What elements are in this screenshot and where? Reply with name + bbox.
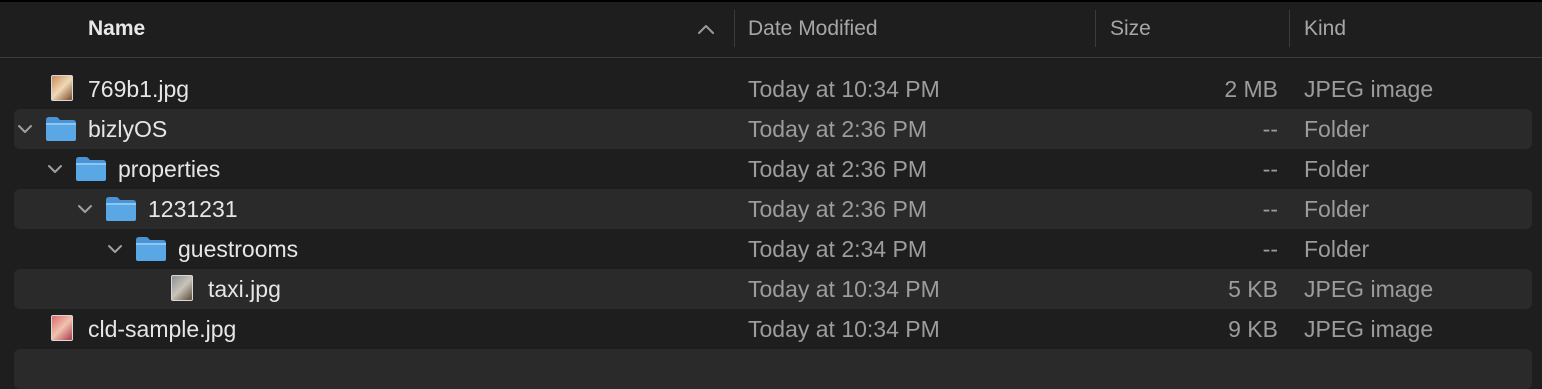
chevron-down-icon[interactable] bbox=[17, 121, 33, 137]
file-size: 5 KB bbox=[1228, 276, 1278, 302]
column-divider[interactable] bbox=[1289, 10, 1290, 47]
file-kind: Folder bbox=[1304, 236, 1370, 262]
file-row[interactable]: 769b1.jpg Today at 10:34 PM 2 MB JPEG image bbox=[14, 69, 1532, 109]
empty-row bbox=[14, 349, 1532, 389]
date-modified: Today at 2:34 PM bbox=[748, 236, 927, 262]
file-name[interactable]: 769b1.jpg bbox=[88, 69, 189, 109]
file-name[interactable]: bizlyOS bbox=[88, 109, 167, 149]
file-row[interactable]: cld-sample.jpg Today at 10:34 PM 9 KB JPEG … bbox=[14, 309, 1532, 349]
file-size: -- bbox=[1262, 236, 1278, 262]
folder-icon bbox=[75, 156, 107, 182]
file-kind: Folder bbox=[1304, 116, 1370, 142]
column-header-kind[interactable]: Kind bbox=[1304, 0, 1346, 57]
chevron-down-icon[interactable] bbox=[107, 241, 123, 257]
image-thumbnail-icon bbox=[171, 275, 193, 301]
file-size: -- bbox=[1262, 156, 1278, 182]
date-modified: Today at 2:36 PM bbox=[748, 116, 927, 142]
folder-icon bbox=[135, 236, 167, 262]
date-modified: Today at 2:36 PM bbox=[748, 196, 927, 222]
date-modified: Today at 10:34 PM bbox=[748, 276, 940, 302]
date-modified: Today at 10:34 PM bbox=[748, 76, 940, 102]
column-header-name[interactable]: Name bbox=[88, 0, 145, 57]
chevron-up-icon[interactable] bbox=[696, 20, 716, 40]
date-modified: Today at 10:34 PM bbox=[748, 316, 940, 342]
image-thumbnail-icon bbox=[51, 75, 73, 101]
column-divider[interactable] bbox=[1095, 10, 1096, 47]
column-divider[interactable] bbox=[734, 10, 735, 47]
column-header-size[interactable]: Size bbox=[1110, 0, 1151, 57]
file-name[interactable]: guestrooms bbox=[178, 229, 298, 269]
file-size: -- bbox=[1262, 116, 1278, 142]
column-header-date-modified[interactable]: Date Modified bbox=[748, 0, 878, 57]
folder-icon bbox=[105, 196, 137, 222]
folder-row[interactable]: properties Today at 2:36 PM -- Folder bbox=[14, 149, 1532, 189]
date-modified: Today at 2:36 PM bbox=[748, 156, 927, 182]
file-name[interactable]: cld-sample.jpg bbox=[88, 309, 236, 349]
folder-row[interactable]: guestrooms Today at 2:34 PM -- Folder bbox=[14, 229, 1532, 269]
file-list: 769b1.jpg Today at 10:34 PM 2 MB JPEG image… bbox=[0, 69, 1542, 389]
folder-icon bbox=[45, 116, 77, 142]
file-name[interactable]: properties bbox=[118, 149, 220, 189]
column-header-bar: Name Date Modified Size Kind bbox=[0, 0, 1542, 58]
chevron-down-icon[interactable] bbox=[77, 201, 93, 217]
file-kind: Folder bbox=[1304, 196, 1370, 222]
file-kind: Folder bbox=[1304, 156, 1370, 182]
file-kind: JPEG image bbox=[1304, 76, 1434, 102]
folder-row[interactable]: bizlyOS Today at 2:36 PM -- Folder bbox=[14, 109, 1532, 149]
image-thumbnail-icon bbox=[51, 315, 73, 341]
file-row[interactable]: taxi.jpg Today at 10:34 PM 5 KB JPEG image bbox=[14, 269, 1532, 309]
file-size: 9 KB bbox=[1228, 316, 1278, 342]
file-kind: JPEG image bbox=[1304, 276, 1434, 302]
file-size: -- bbox=[1262, 196, 1278, 222]
chevron-down-icon[interactable] bbox=[47, 161, 63, 177]
file-name[interactable]: 1231231 bbox=[148, 189, 238, 229]
file-name[interactable]: taxi.jpg bbox=[208, 269, 281, 309]
folder-row[interactable]: 1231231 Today at 2:36 PM -- Folder bbox=[14, 189, 1532, 229]
file-size: 2 MB bbox=[1224, 76, 1278, 102]
file-kind: JPEG image bbox=[1304, 316, 1434, 342]
